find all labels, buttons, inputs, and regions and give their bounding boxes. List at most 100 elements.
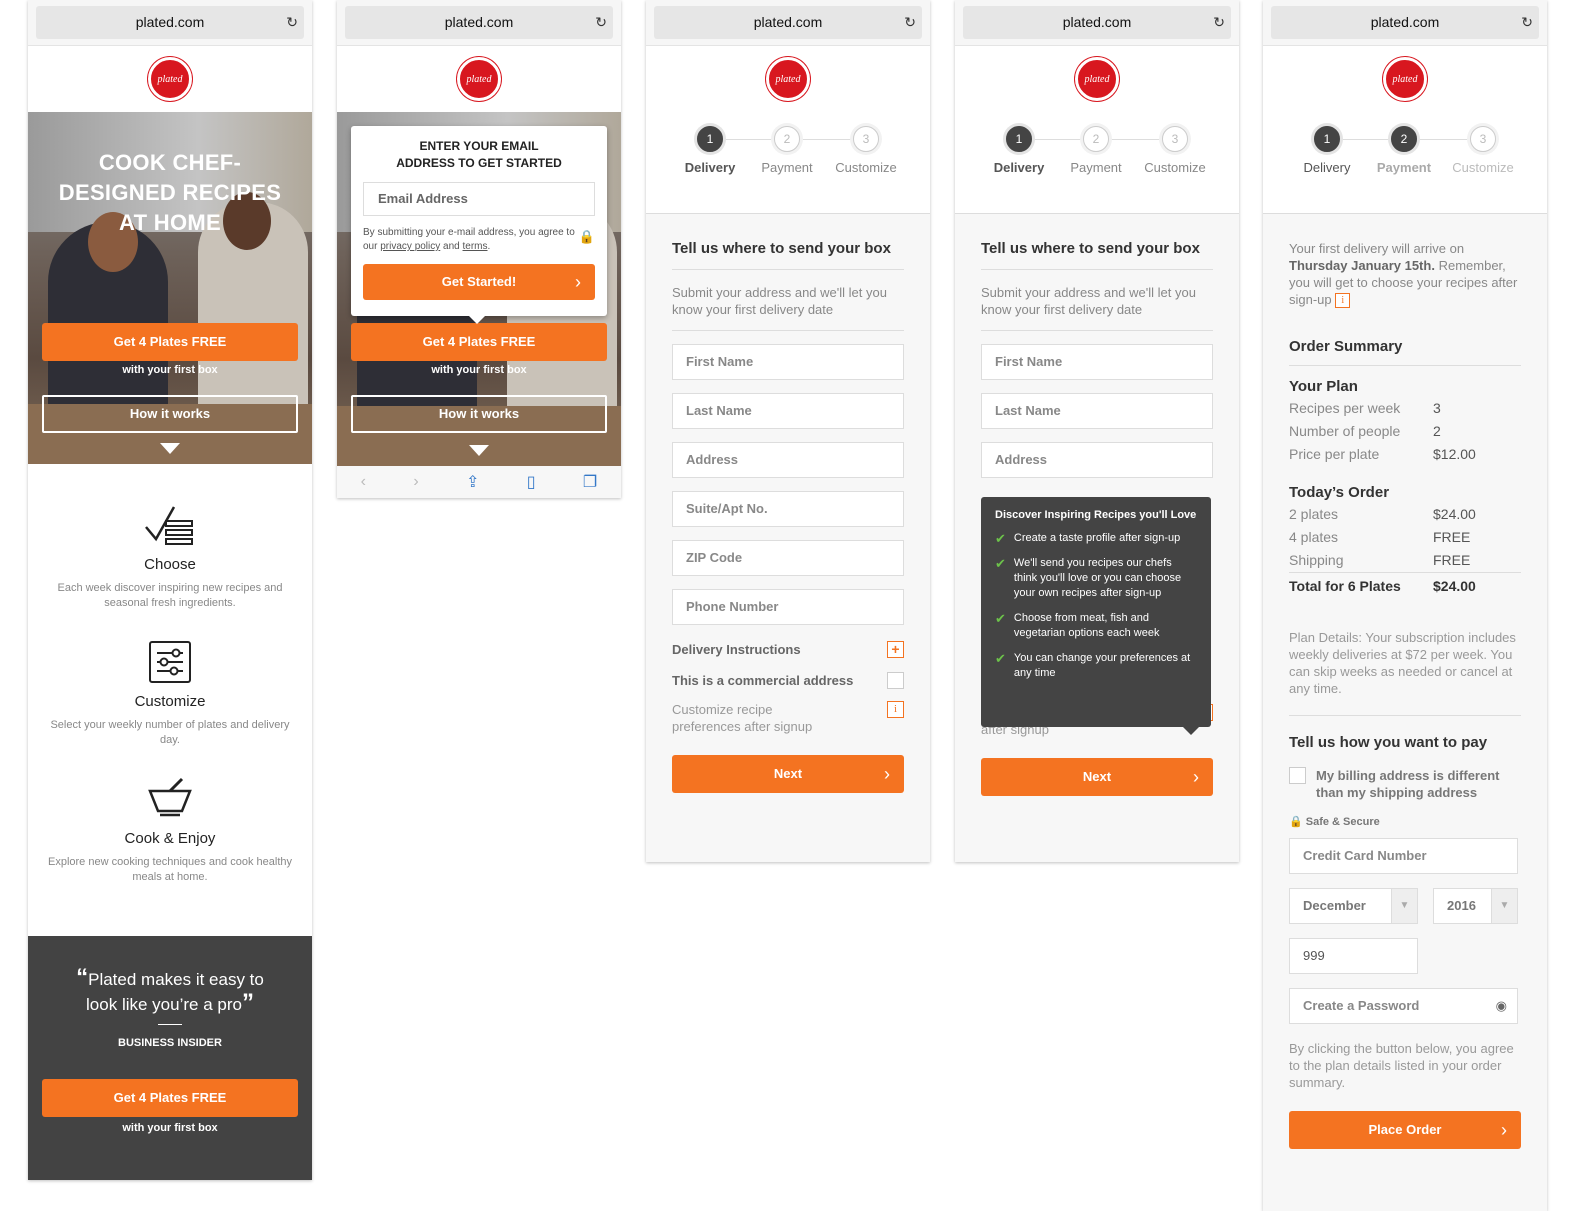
reload-icon[interactable]: ↻ <box>904 6 916 39</box>
step-customize[interactable]: 3 Customize <box>826 126 906 175</box>
tooltip-item: ✔ Choose from meat, fish and vegetarian o… <box>995 611 1197 641</box>
step-customize[interactable]: 3 Customize <box>1443 126 1523 175</box>
last-name-input[interactable]: Last Name <box>981 393 1213 429</box>
share-icon[interactable]: ⇪ <box>466 472 479 492</box>
tooltip-item: ✔ We'll send you recipes our chefs think … <box>995 556 1197 601</box>
first-name-input[interactable]: First Name <box>672 344 904 380</box>
plan-value: $12.00 <box>1433 446 1476 463</box>
step-payment[interactable]: 2 Payment <box>1056 126 1136 175</box>
plated-logo[interactable]: plated <box>148 57 192 101</box>
tooltip-title: Discover Inspiring Recipes you'll Love <box>995 509 1197 521</box>
next-button[interactable]: Next › <box>981 758 1213 796</box>
year-select[interactable]: 2016 ▼ <box>1433 888 1518 925</box>
get-plates-button[interactable]: Get 4 Plates FREE <box>351 323 607 361</box>
check-icon: ✔ <box>995 611 1006 626</box>
email-input[interactable]: Email Address <box>363 182 595 216</box>
reload-icon[interactable]: ↻ <box>286 6 298 39</box>
how-it-works-button[interactable]: How it works <box>42 395 298 433</box>
url-field[interactable]: plated.com ↻ <box>345 6 613 39</box>
cvv-input[interactable]: 999 <box>1289 938 1418 975</box>
chevron-right-icon: › <box>884 764 890 784</box>
month-select[interactable]: December ▼ <box>1289 888 1418 925</box>
password-input[interactable]: Create a Password ◉ <box>1289 988 1518 1025</box>
tooltip-item-text: Choose from meat, fish and vegetarian op… <box>1013 612 1160 639</box>
hero: COOK CHEF-DESIGNED RECIPES AT HOME Get 4… <box>28 112 312 464</box>
modal-title: ENTER YOUR EMAIL ADDRESS TO GET STARTED <box>396 139 562 170</box>
plated-logo[interactable]: plated <box>457 57 501 101</box>
phone-input[interactable]: Phone Number <box>672 589 904 625</box>
url-field[interactable]: plated.com ↻ <box>963 6 1231 39</box>
delivery-instructions-row[interactable]: Delivery Instructions + <box>672 641 904 658</box>
browser-bar: plated.com ↻ <box>646 0 930 46</box>
address-input[interactable]: Address <box>672 442 904 478</box>
url-field[interactable]: plated.com ↻ <box>1271 6 1539 39</box>
step-label: Delivery <box>1303 160 1351 175</box>
delivery-instructions-label: Delivery Instructions <box>672 642 801 657</box>
zip-input[interactable]: ZIP Code <box>672 540 904 576</box>
year-value: 2016 <box>1447 898 1476 914</box>
order-row: 4 plates FREE <box>1289 526 1521 549</box>
back-icon[interactable]: ‹ <box>361 473 366 491</box>
how-it-works-button[interactable]: How it works <box>351 395 607 433</box>
bookmarks-icon[interactable]: ▯ <box>527 472 536 492</box>
place-order-button[interactable]: Place Order › <box>1289 1111 1521 1150</box>
tooltip-arrow <box>1183 727 1199 735</box>
last-name-input[interactable]: Last Name <box>672 393 904 429</box>
step-customize[interactable]: 3 Customize <box>1135 126 1215 175</box>
next-button[interactable]: Next › <box>672 755 904 793</box>
suite-input[interactable]: Suite/Apt No. <box>672 491 904 527</box>
plated-logo[interactable]: plated <box>1075 57 1119 101</box>
chevron-down-icon: ▼ <box>1391 889 1417 924</box>
step-delivery[interactable]: 1 Delivery <box>979 126 1059 175</box>
order-value: FREE <box>1433 552 1471 569</box>
info-icon[interactable]: i <box>1335 293 1351 309</box>
feature-title: Cook & Enjoy <box>124 830 216 847</box>
reload-icon[interactable]: ↻ <box>1213 6 1225 39</box>
plated-logo[interactable]: plated <box>766 57 810 101</box>
eye-icon[interactable]: ◉ <box>1496 989 1507 1023</box>
tooltip-item: ✔ Create a taste profile after sign-up <box>995 531 1197 546</box>
get-plates-button-bottom[interactable]: Get 4 Plates FREE <box>42 1079 298 1117</box>
expiry-row: December ▼ 2016 ▼ <box>1289 888 1518 925</box>
commercial-checkbox[interactable] <box>887 672 904 689</box>
feature-title: Choose <box>144 556 196 573</box>
card-number-input[interactable]: Credit Card Number <box>1289 838 1518 875</box>
terms-link[interactable]: terms <box>463 241 488 252</box>
step-label: Delivery <box>993 160 1045 175</box>
get-plates-button[interactable]: Get 4 Plates FREE <box>42 323 298 361</box>
chevron-right-icon: › <box>575 272 581 292</box>
billing-checkbox[interactable] <box>1289 767 1306 785</box>
place-order-label: Place Order <box>1368 1122 1442 1138</box>
step-delivery[interactable]: 1 Delivery <box>670 126 750 175</box>
plus-icon[interactable]: + <box>887 641 904 658</box>
step-label: Payment <box>1376 160 1432 175</box>
quote-body: Plated makes it easy to look like you’re… <box>86 970 264 1014</box>
billing-row[interactable]: My billing address is different than my … <box>1289 767 1521 801</box>
get-started-button[interactable]: Get Started! › <box>363 264 595 300</box>
order-summary-title: Order Summary <box>1289 338 1403 356</box>
hero-title: COOK CHEF-DESIGNED RECIPES AT HOME <box>58 150 282 235</box>
privacy-link[interactable]: privacy policy <box>380 241 440 252</box>
address-input[interactable]: Address <box>981 442 1213 478</box>
step-payment[interactable]: 2 Payment <box>747 126 827 175</box>
step-number: 3 <box>853 126 879 152</box>
month-value: December <box>1303 898 1366 914</box>
commercial-row[interactable]: This is a commercial address <box>672 672 904 689</box>
url-text: plated.com <box>1062 14 1132 30</box>
plated-logo[interactable]: plated <box>1383 57 1427 101</box>
feature-desc: Select your weekly number of plates and … <box>50 719 290 746</box>
url-field[interactable]: plated.com ↻ <box>36 6 304 39</box>
step-payment[interactable]: 2 Payment <box>1364 126 1444 175</box>
first-name-input[interactable]: First Name <box>981 344 1213 380</box>
step-delivery[interactable]: 1 Delivery <box>1287 126 1367 175</box>
url-field[interactable]: plated.com ↻ <box>654 6 922 39</box>
tabs-icon[interactable]: ❐ <box>583 472 597 492</box>
payment-form: Your first delivery will arrive on Thurs… <box>1263 214 1547 1211</box>
reload-icon[interactable]: ↻ <box>595 6 607 39</box>
divider <box>1289 715 1521 717</box>
reload-icon[interactable]: ↻ <box>1521 6 1533 39</box>
forward-icon[interactable]: › <box>413 473 418 491</box>
plan-key: Price per plate <box>1289 446 1380 463</box>
info-icon[interactable]: i <box>887 701 904 718</box>
browser-bar: plated.com ↻ <box>28 0 312 46</box>
